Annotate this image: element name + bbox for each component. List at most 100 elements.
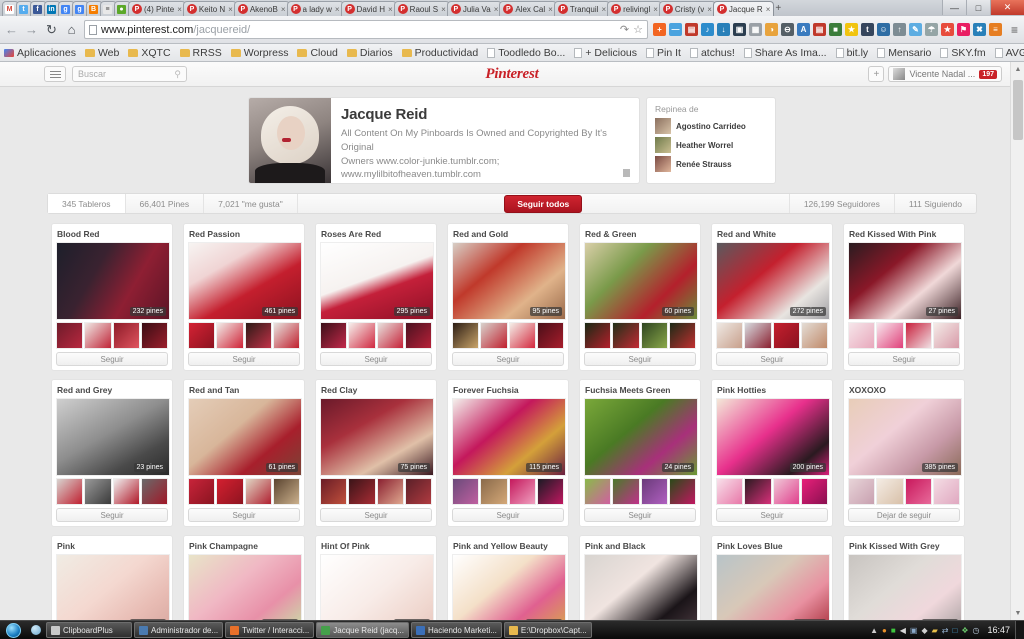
board-thumbnail[interactable] — [584, 478, 612, 505]
board-thumbnail[interactable] — [376, 478, 404, 505]
bookmark-item[interactable]: XQTC — [128, 47, 171, 59]
board-thumbnail[interactable] — [800, 478, 828, 505]
board-cover-image[interactable]: 461 pines — [188, 242, 302, 320]
board-thumbnail[interactable] — [84, 478, 112, 505]
board-title[interactable]: Pink Champagne — [189, 541, 300, 551]
board-thumbnail[interactable] — [216, 478, 244, 505]
tray-dropbox-icon[interactable]: ▰ — [932, 626, 938, 635]
bookmark-item[interactable]: Diarios — [346, 47, 393, 59]
browser-tab[interactable]: P Jacque R × — [712, 1, 775, 16]
board-thumbnail[interactable] — [640, 478, 668, 505]
board-follow-button[interactable]: Seguir — [56, 508, 168, 522]
board-card[interactable]: Red and Tan 61 pines Seguir — [183, 379, 305, 527]
board-thumbnail[interactable] — [744, 322, 772, 349]
board-thumbnail[interactable] — [320, 478, 348, 505]
follow-all-button[interactable]: Seguir todos — [504, 194, 583, 213]
board-follow-button[interactable]: Seguir — [584, 508, 696, 522]
board-thumbnail[interactable] — [848, 322, 876, 349]
umbrella-extension[interactable]: ☂ — [924, 23, 938, 36]
board-cover-image[interactable]: 295 pines — [320, 242, 434, 320]
board-cover-image[interactable]: 332 pines — [584, 554, 698, 620]
board-card[interactable]: Roses Are Red 295 pines Seguir — [315, 223, 437, 371]
quicklaunch-icon[interactable] — [26, 625, 46, 635]
stat-likes[interactable]: 7,021 "me gusta" — [204, 194, 298, 213]
minimize-button[interactable]: — — [942, 0, 966, 15]
search-input[interactable]: Buscar ⚲ — [72, 66, 187, 82]
bookmark-item[interactable]: Aplicaciones — [4, 47, 76, 59]
paint-extension[interactable]: ✎ — [908, 23, 922, 36]
taskbar-task[interactable]: ClipboardPlus — [46, 622, 132, 638]
board-thumbnail[interactable] — [244, 478, 272, 505]
board-cover-image[interactable]: 191 pines — [452, 554, 566, 620]
xmarks-extension[interactable]: ✖ — [972, 23, 986, 36]
board-cover-image[interactable]: 23 pines — [56, 398, 170, 476]
reload-icon[interactable]: ↻ — [44, 22, 59, 38]
browser-tab[interactable]: P AkenoB × — [233, 1, 290, 16]
tray-monitor-icon[interactable]: □ — [952, 626, 957, 635]
star-red-extension[interactable]: ★ — [940, 23, 954, 36]
board-title[interactable]: Pink Loves Blue — [717, 541, 828, 551]
back-icon[interactable]: ← — [4, 22, 19, 37]
board-thumbnail[interactable] — [932, 478, 960, 505]
board-card[interactable]: Pink Hotties 200 pines Seguir — [711, 379, 833, 527]
board-thumbnail[interactable] — [876, 478, 904, 505]
bookmark-item[interactable]: + Delicious — [574, 47, 637, 59]
maximize-button[interactable]: □ — [966, 0, 990, 15]
bookmark-star-icon[interactable]: ☆ — [633, 23, 643, 36]
board-card[interactable]: Pink149 pinesSeguir — [51, 535, 173, 620]
tray-network-icon[interactable]: ▣ — [910, 626, 918, 635]
board-follow-button[interactable]: Seguir — [848, 352, 960, 366]
board-cover-image[interactable]: 75 pines — [320, 398, 434, 476]
pin-extension[interactable]: ⚑ — [956, 23, 970, 36]
buffer-extension[interactable]: ◑ — [764, 23, 778, 36]
board-thumbnail[interactable] — [584, 322, 612, 349]
board-title[interactable]: Fuchsia Meets Green — [585, 385, 696, 395]
bookmark-item[interactable]: bit.ly — [835, 47, 868, 59]
board-title[interactable]: Roses Are Red — [321, 229, 432, 239]
board-follow-button[interactable]: Seguir — [188, 352, 300, 366]
board-thumbnail[interactable] — [876, 322, 904, 349]
adblock-extension[interactable]: + — [652, 23, 666, 36]
board-card[interactable]: XOXOXO 385 pines Dejar de seguir — [843, 379, 965, 527]
board-card[interactable]: Forever Fuchsia 115 pines Seguir — [447, 379, 569, 527]
board-card[interactable]: Blood Red 232 pines Seguir — [51, 223, 173, 371]
board-cover-image[interactable]: 272 pines — [716, 242, 830, 320]
board-title[interactable]: Pink and Black — [585, 541, 696, 551]
board-cover-image[interactable]: 190 pines — [848, 554, 962, 620]
tab-close-icon[interactable]: × — [548, 5, 553, 14]
board-thumbnail[interactable] — [216, 322, 244, 349]
board-follow-button[interactable]: Dejar de seguir — [848, 508, 960, 522]
board-title[interactable]: Red & Green — [585, 229, 696, 239]
stat-followers[interactable]: 126,199 Seguidores — [788, 194, 894, 213]
board-thumbnail[interactable] — [716, 478, 744, 505]
board-card[interactable]: Fuchsia Meets Green 24 pines Seguir — [579, 379, 701, 527]
tab-close-icon[interactable]: × — [766, 5, 771, 14]
tray-avg-icon[interactable]: ❖ — [961, 626, 968, 635]
browser-tab[interactable]: Prelivingl × — [607, 1, 662, 16]
tab-close-icon[interactable]: × — [653, 5, 658, 14]
board-title[interactable]: Hint Of Pink — [321, 541, 432, 551]
start-button[interactable] — [0, 621, 26, 639]
board-title[interactable]: Red and White — [717, 229, 828, 239]
board-card[interactable]: Red Kissed With Pink 27 pines Seguir — [843, 223, 965, 371]
board-thumbnail[interactable] — [508, 322, 536, 349]
board-thumbnail[interactable] — [668, 478, 696, 505]
board-title[interactable]: Red and Gold — [453, 229, 564, 239]
profile-extension[interactable]: ☺ — [876, 23, 890, 36]
board-title[interactable]: Red and Tan — [189, 385, 300, 395]
chrome-menu-icon[interactable]: ≡ — [1009, 23, 1020, 37]
board-title[interactable]: Forever Fuchsia — [453, 385, 564, 395]
board-card[interactable]: Pink and Black332 pinesSeguir — [579, 535, 701, 620]
taskbar-task[interactable]: Administrador de... — [134, 622, 224, 638]
board-thumbnail[interactable] — [668, 322, 696, 349]
tumblr-extension[interactable]: t — [860, 23, 874, 36]
board-thumbnail[interactable] — [612, 478, 640, 505]
home-icon[interactable]: ⌂ — [64, 22, 79, 37]
board-thumbnail[interactable] — [188, 322, 216, 349]
board-thumbnail[interactable] — [112, 478, 140, 505]
tab-close-icon[interactable]: × — [494, 5, 499, 14]
tab-close-icon[interactable]: × — [177, 5, 182, 14]
board-thumbnail[interactable] — [112, 322, 140, 349]
board-title[interactable]: Red and Grey — [57, 385, 168, 395]
board-title[interactable]: Pink — [57, 541, 168, 551]
